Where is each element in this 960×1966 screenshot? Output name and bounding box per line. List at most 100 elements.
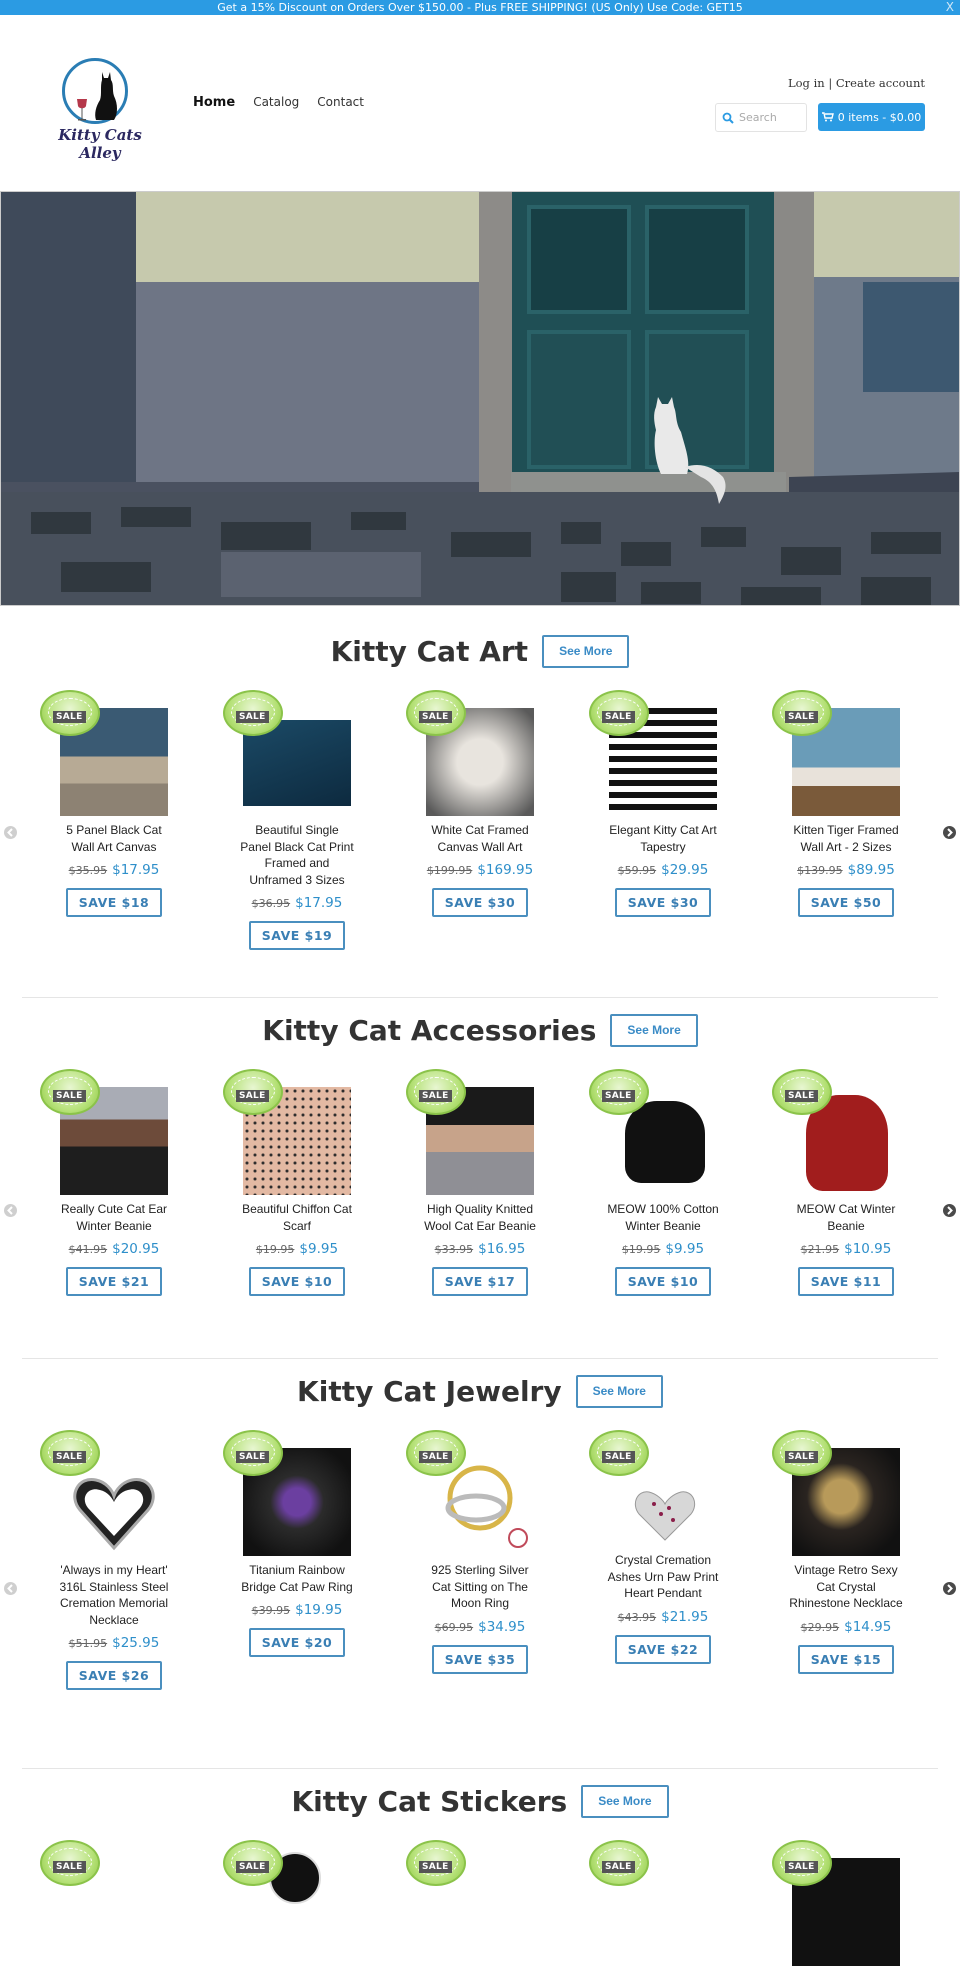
product-image[interactable]: SALE xyxy=(406,1069,534,1195)
product-image[interactable]: SALE xyxy=(772,1069,900,1195)
product-image[interactable]: SALE xyxy=(589,690,717,816)
product-title[interactable]: Really Cute Cat Ear Winter Beanie xyxy=(49,1201,179,1234)
nav-catalog[interactable]: Catalog xyxy=(253,95,299,110)
product-card[interactable]: SALE xyxy=(223,1840,362,1966)
create-account-link[interactable]: Create account xyxy=(836,76,925,90)
carousel-next-button[interactable] xyxy=(943,1204,956,1217)
product-title[interactable]: 5 Panel Black Cat Wall Art Canvas xyxy=(49,822,179,855)
product-card[interactable]: SALE High Quality Knitted Wool Cat Ear B… xyxy=(406,1069,545,1296)
save-button[interactable]: SAVE $15 xyxy=(798,1644,894,1674)
product-title[interactable]: Vintage Retro Sexy Cat Crystal Rhineston… xyxy=(781,1562,911,1612)
cart-label: 0 items - $0.00 xyxy=(837,110,922,124)
save-button[interactable]: SAVE $10 xyxy=(249,1267,345,1296)
product-image[interactable]: SALE xyxy=(772,1430,900,1556)
nav-home[interactable]: Home xyxy=(193,95,235,110)
product-title[interactable]: 'Always in my Heart' 316L Stainless Stee… xyxy=(49,1562,179,1628)
save-button[interactable]: SAVE $10 xyxy=(615,1267,711,1296)
save-button[interactable]: SAVE $50 xyxy=(798,888,894,917)
product-image[interactable]: SALE xyxy=(406,1430,534,1556)
product-image[interactable]: SALE xyxy=(223,1840,351,1966)
save-button[interactable]: SAVE $21 xyxy=(66,1267,162,1296)
cart-button[interactable]: 0 items - $0.00 xyxy=(818,103,925,131)
product-title[interactable]: White Cat Framed Canvas Wall Art xyxy=(415,822,545,855)
see-more-button[interactable]: See More xyxy=(610,1014,698,1047)
save-button[interactable]: SAVE $30 xyxy=(615,888,711,917)
product-card[interactable]: SALE Really Cute Cat Ear Winter Beanie $… xyxy=(40,1069,179,1296)
product-card[interactable]: SALE Beautiful Chiffon Cat Scarf $19.95 $… xyxy=(223,1069,362,1296)
save-button[interactable]: SAVE $19 xyxy=(249,921,345,950)
save-button[interactable]: SAVE $26 xyxy=(66,1661,162,1690)
product-title[interactable]: Kitten Tiger Framed Wall Art - 2 Sizes xyxy=(781,822,911,855)
see-more-button[interactable]: See More xyxy=(581,1785,669,1818)
product-image[interactable]: SALE xyxy=(40,1430,168,1556)
product-title[interactable]: Crystal Cremation Ashes Urn Paw Print He… xyxy=(598,1552,728,1602)
save-button[interactable]: SAVE $17 xyxy=(432,1267,528,1296)
product-card[interactable]: SALE xyxy=(406,1840,545,1966)
product-image[interactable]: SALE xyxy=(223,1069,351,1195)
section-title: Kitty Cat Art xyxy=(330,635,529,668)
carousel-next-button[interactable] xyxy=(943,1582,956,1595)
chevron-right-icon xyxy=(947,1584,953,1593)
product-card[interactable]: SALE MEOW Cat Winter Beanie $21.95 $10.95… xyxy=(772,1069,911,1296)
carousel-prev-button[interactable] xyxy=(4,1582,17,1595)
save-button[interactable]: SAVE $20 xyxy=(249,1628,345,1657)
see-more-button[interactable]: See More xyxy=(575,1375,663,1408)
product-image[interactable]: SALE xyxy=(40,690,168,816)
sale-badge: SALE xyxy=(406,690,466,736)
save-button[interactable]: SAVE $35 xyxy=(432,1644,528,1674)
product-card[interactable]: SALE Vintage Retro Sexy Cat Crystal Rhin… xyxy=(772,1430,911,1674)
close-announcement-button[interactable]: X xyxy=(946,0,954,15)
product-image[interactable]: SALE xyxy=(223,690,351,816)
product-card[interactable]: SALE xyxy=(772,1840,911,1966)
product-card[interactable]: SALE xyxy=(40,1840,179,1966)
product-image[interactable]: SALE xyxy=(406,1840,534,1966)
product-card[interactable]: SALE 5 Panel Black Cat Wall Art Canvas $… xyxy=(40,690,179,917)
search-input[interactable] xyxy=(739,111,799,124)
product-image[interactable]: SALE xyxy=(589,1430,717,1546)
account-separator: | xyxy=(824,76,836,90)
product-title[interactable]: Titanium Rainbow Bridge Cat Paw Ring xyxy=(232,1562,362,1595)
search-box[interactable] xyxy=(715,103,807,132)
nav-contact[interactable]: Contact xyxy=(317,95,364,110)
save-button[interactable]: SAVE $18 xyxy=(66,888,162,917)
product-card[interactable]: SALE Titanium Rainbow Bridge Cat Paw Rin… xyxy=(223,1430,362,1657)
product-card[interactable]: SALE MEOW 100% Cotton Winter Beanie $19.… xyxy=(589,1069,728,1296)
product-image[interactable]: SALE xyxy=(589,1840,717,1966)
product-title[interactable]: MEOW 100% Cotton Winter Beanie xyxy=(598,1201,728,1234)
carousel-prev-button[interactable] xyxy=(4,826,17,839)
product-image[interactable]: SALE xyxy=(772,1840,900,1966)
save-button[interactable]: SAVE $30 xyxy=(432,888,528,917)
sale-badge: SALE xyxy=(223,1840,283,1886)
product-title[interactable]: High Quality Knitted Wool Cat Ear Beanie xyxy=(415,1201,545,1234)
section-header-art: Kitty Cat Art See More xyxy=(0,635,960,668)
carousel-prev-button[interactable] xyxy=(4,1204,17,1217)
carousel-next-button[interactable] xyxy=(943,826,956,839)
product-card[interactable]: SALE 'Always in my Heart' 316L Stainless… xyxy=(40,1430,179,1690)
product-card[interactable]: SALE Crystal Cremation Ashes Urn Paw Pri… xyxy=(589,1430,728,1664)
site-logo[interactable]: Kitty Cats Alley xyxy=(46,56,154,162)
product-image[interactable]: SALE xyxy=(40,1069,168,1195)
product-image[interactable]: SALE xyxy=(406,690,534,816)
cat-silhouette-icon xyxy=(95,72,117,120)
product-title[interactable]: Beautiful Chiffon Cat Scarf xyxy=(232,1201,362,1234)
product-image[interactable]: SALE xyxy=(223,1430,351,1556)
product-card[interactable]: SALE xyxy=(589,1840,728,1966)
product-image[interactable]: SALE xyxy=(589,1069,717,1195)
product-card[interactable]: SALE Elegant Kitty Cat Art Tapestry $59.… xyxy=(589,690,728,917)
product-title[interactable]: Elegant Kitty Cat Art Tapestry xyxy=(598,822,728,855)
product-title[interactable]: 925 Sterling Silver Cat Sitting on The M… xyxy=(415,1562,545,1612)
sale-badge: SALE xyxy=(772,1430,832,1476)
product-card[interactable]: SALE Kitten Tiger Framed Wall Art - 2 Si… xyxy=(772,690,911,917)
product-card[interactable]: SALE Beautiful Single Panel Black Cat Pr… xyxy=(223,690,362,950)
product-title[interactable]: Beautiful Single Panel Black Cat Print F… xyxy=(232,822,362,888)
product-title[interactable]: MEOW Cat Winter Beanie xyxy=(781,1201,911,1234)
see-more-button[interactable]: See More xyxy=(542,635,630,668)
product-card[interactable]: SALE White Cat Framed Canvas Wall Art $1… xyxy=(406,690,545,917)
sale-badge: SALE xyxy=(589,1069,649,1115)
login-link[interactable]: Log in xyxy=(788,76,825,90)
save-button[interactable]: SAVE $22 xyxy=(615,1634,711,1664)
product-image[interactable]: SALE xyxy=(40,1840,168,1966)
product-image[interactable]: SALE xyxy=(772,690,900,816)
product-card[interactable]: SALE 925 Sterling Silver Cat Sitting on … xyxy=(406,1430,545,1674)
save-button[interactable]: SAVE $11 xyxy=(798,1267,894,1296)
